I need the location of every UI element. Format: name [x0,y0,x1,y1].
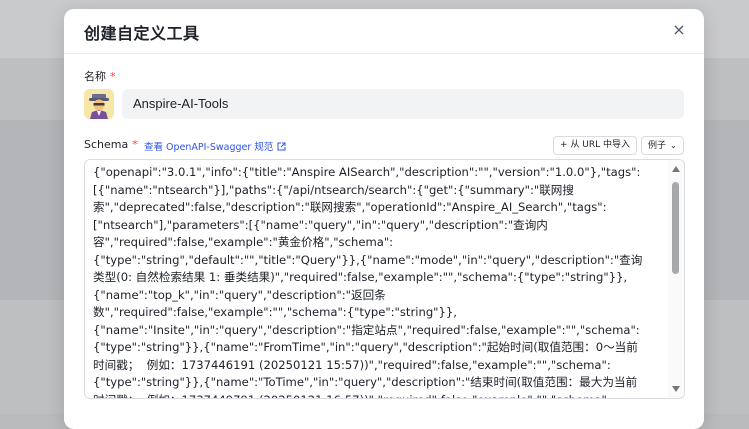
modal-header: 创建自定义工具 × [64,9,704,54]
scroll-down-arrow-icon[interactable] [672,386,680,392]
close-icon[interactable]: × [668,19,690,41]
create-tool-modal: 创建自定义工具 × 名称 * Anspire-AI-Tools Schema * 查… [64,9,704,429]
swagger-link-text: 查看 OpenAPI-Swagger 规范 [144,142,274,153]
schema-row: Schema * 查看 OpenAPI-Swagger 规范 + 从 URL 中导… [84,136,684,155]
scroll-thumb[interactable] [672,182,679,274]
schema-editor[interactable]: {"openapi":"3.0.1","info":{"title":"Ansp… [84,159,685,399]
schema-content[interactable]: {"openapi":"3.0.1","info":{"title":"Ansp… [93,164,659,398]
tool-name-input[interactable]: Anspire-AI-Tools [122,89,684,119]
external-link-icon [277,142,286,154]
chevron-down-icon: ⌄ [670,141,677,150]
vertical-scrollbar[interactable] [668,160,684,398]
schema-label: Schema * [84,138,138,151]
modal-title: 创建自定义工具 [84,24,200,43]
example-dropdown-button[interactable]: 例子 ⌄ [641,136,684,155]
required-mark: * [110,70,116,83]
swagger-spec-link[interactable]: 查看 OpenAPI-Swagger 规范 [144,139,286,154]
detective-icon[interactable] [84,89,114,119]
required-mark: * [132,138,138,151]
name-label: 名称 * [84,68,116,84]
name-label-text: 名称 [84,70,106,83]
example-button-label: 例子 [648,141,667,151]
import-from-url-button[interactable]: + 从 URL 中导入 [553,136,637,155]
name-row: Anspire-AI-Tools [84,89,684,119]
scroll-up-arrow-icon[interactable] [672,166,680,172]
schema-label-text: Schema [84,138,129,151]
